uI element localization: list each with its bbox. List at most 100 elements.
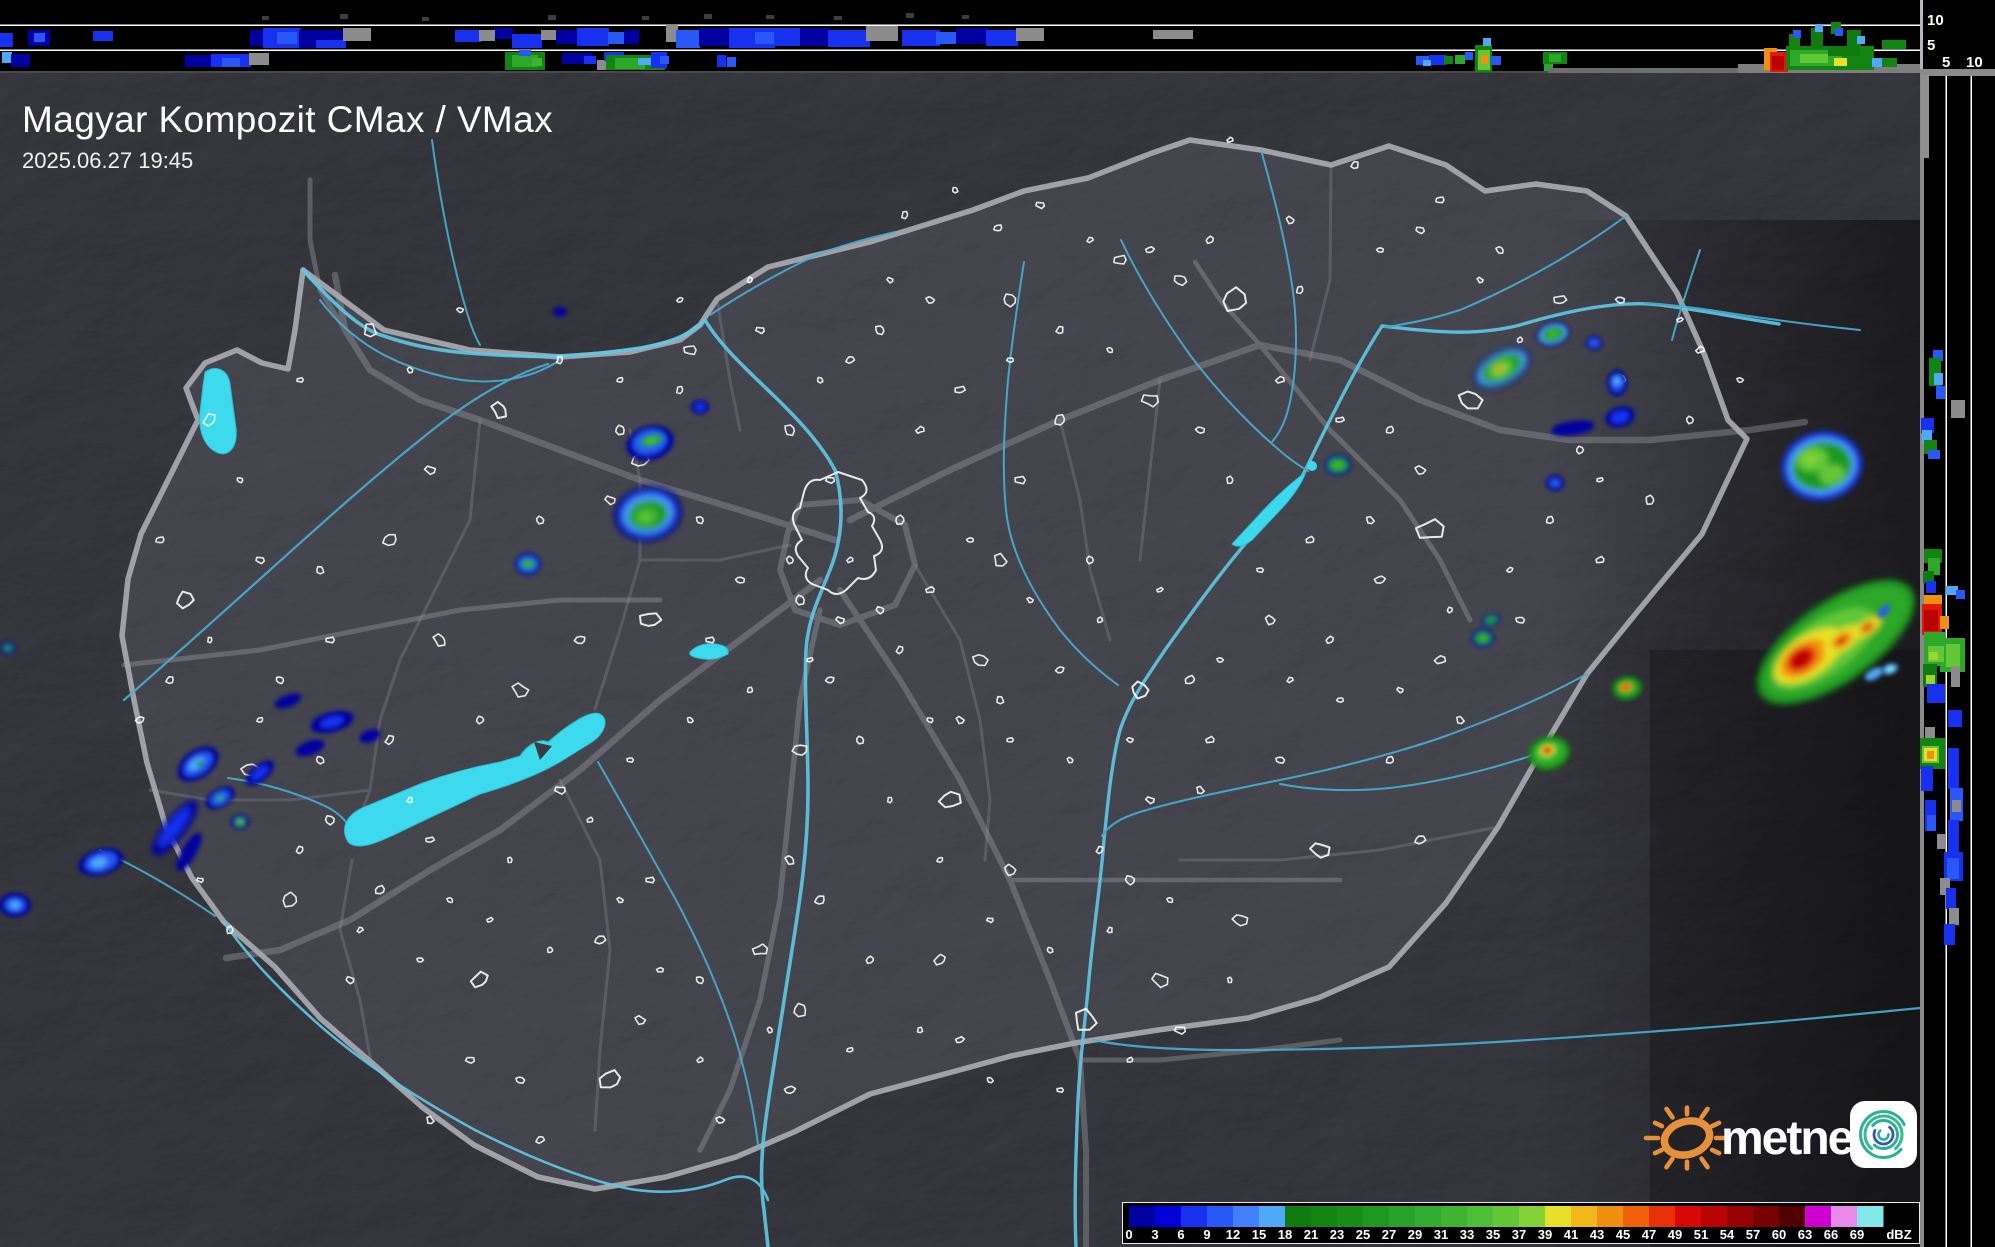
logo-text: metnet (1721, 1112, 1868, 1165)
dbz-tick: 31 (1434, 1227, 1448, 1242)
echo-pixel (597, 60, 607, 70)
echo-pixel (1491, 56, 1501, 65)
dbz-cell (1207, 1206, 1234, 1227)
map-graphics (0, 73, 1920, 1247)
dbz-tick: 25 (1356, 1227, 1370, 1242)
echo-pixel (1936, 386, 1945, 399)
dbz-cell (1727, 1206, 1754, 1227)
dbz-tick: 3 (1151, 1227, 1158, 1242)
echo-pixel (608, 32, 625, 44)
dbz-cell (1363, 1206, 1390, 1227)
dbz-tick: 12 (1226, 1227, 1240, 1242)
echo-pixel (1465, 52, 1473, 60)
echo-pixel (1857, 36, 1865, 44)
radar-cell (1546, 475, 1564, 491)
echo-pixel (250, 30, 265, 46)
echo-pixel (766, 15, 774, 19)
radar-cell (0, 893, 31, 917)
echo-pixel (1882, 58, 1897, 67)
dbz-tick: 51 (1694, 1227, 1708, 1242)
echo-pixel (519, 50, 531, 56)
echo-pixel (1926, 675, 1935, 684)
dbz-tick: 9 (1203, 1227, 1210, 1242)
right-cross-section-panel (1919, 73, 1995, 1247)
echo-pixel (834, 16, 842, 20)
dbz-unit: dBZ (1886, 1227, 1911, 1242)
dbz-cell (1571, 1206, 1598, 1227)
dbz-cell (1831, 1206, 1858, 1227)
dbz-tick: 57 (1746, 1227, 1760, 1242)
echo-pixel (479, 30, 495, 41)
echo-pixel (2, 52, 12, 63)
echo-pixel (1455, 55, 1465, 64)
echo-pixel (577, 28, 609, 46)
dbz-tick: 66 (1824, 1227, 1838, 1242)
echo-pixel (34, 33, 45, 42)
dbz-tick: 69 (1850, 1227, 1864, 1242)
echo-pixel (548, 15, 556, 20)
echo-pixel (1921, 766, 1933, 791)
metnet-logo[interactable]: metnet (1642, 1088, 1927, 1183)
echo-pixel (1949, 908, 1959, 925)
echo-pixel (584, 56, 596, 64)
echo-pixel (185, 55, 213, 67)
echo-pixel (828, 30, 870, 47)
dbz-cell (1259, 1206, 1286, 1227)
dbz-tick: 39 (1538, 1227, 1552, 1242)
radar-cell (231, 815, 249, 829)
echo-pixel (676, 30, 700, 48)
echo-pixel (1835, 28, 1843, 36)
echo-pixel (704, 14, 712, 19)
dbz-tick: 21 (1304, 1227, 1318, 1242)
echo-pixel (986, 30, 1018, 46)
echo-pixel (774, 28, 802, 46)
echo-pixel (1772, 56, 1784, 70)
echo-pixel (638, 58, 652, 65)
echo-pixel (1934, 373, 1943, 385)
echo-pixel (1928, 450, 1940, 459)
echo-pixel (532, 58, 542, 66)
sun-icon (1643, 1105, 1731, 1171)
echo-pixel (660, 56, 669, 64)
echo-pixel (249, 53, 269, 65)
echo-pixel (936, 32, 958, 44)
dbz-tick: 35 (1486, 1227, 1500, 1242)
dbz-cell (1753, 1206, 1780, 1227)
echo-pixel (1951, 666, 1960, 687)
echo-pixel (340, 14, 348, 19)
echo-pixel (1926, 581, 1936, 593)
echo-pixel (343, 28, 371, 41)
top-axis-label-10: 10 (1927, 12, 1944, 29)
dbz-cell (1155, 1206, 1182, 1227)
title-block: Magyar Kompozit CMax / VMax 2025.06.27 1… (22, 99, 553, 174)
echo-pixel (1948, 748, 1959, 789)
radar-cell (691, 400, 709, 414)
echo-pixel (222, 58, 240, 67)
echo-pixel (1921, 75, 1929, 158)
echo-pixel (624, 30, 639, 44)
echo-pixel (1947, 858, 1959, 879)
map-canvas: Magyar Kompozit CMax / VMax 2025.06.27 1… (0, 73, 1920, 1247)
echo-pixel (11, 54, 30, 67)
dbz-cell (1675, 1206, 1702, 1227)
echo-pixel (1948, 820, 1959, 857)
dbz-tick: 0 (1125, 1227, 1132, 1242)
dbz-cell (1545, 1206, 1572, 1227)
corner-axis-panel: 10 5 5 10 (1920, 0, 1995, 73)
right-axis-label-10: 10 (1966, 54, 1983, 71)
right-axis-label-5: 5 (1942, 54, 1951, 71)
page-title: Magyar Kompozit CMax / VMax (22, 99, 554, 140)
timestamp: 2025.06.27 19:45 (22, 148, 194, 173)
dbz-tick: 41 (1564, 1227, 1578, 1242)
echo-pixel (642, 16, 649, 20)
dbz-tick: 47 (1642, 1227, 1656, 1242)
echo-pixel (1815, 24, 1823, 32)
echo-pixel (906, 13, 914, 18)
echo-pixel (556, 30, 578, 44)
echo-pixel (800, 28, 830, 46)
radar-app-stage: Magyar Kompozit CMax / VMax 2025.06.27 1… (0, 0, 1995, 1247)
echo-pixel (1444, 56, 1453, 64)
dbz-cell (1779, 1206, 1806, 1227)
echo-pixel (1944, 924, 1955, 945)
dbz-cell (1181, 1206, 1208, 1227)
